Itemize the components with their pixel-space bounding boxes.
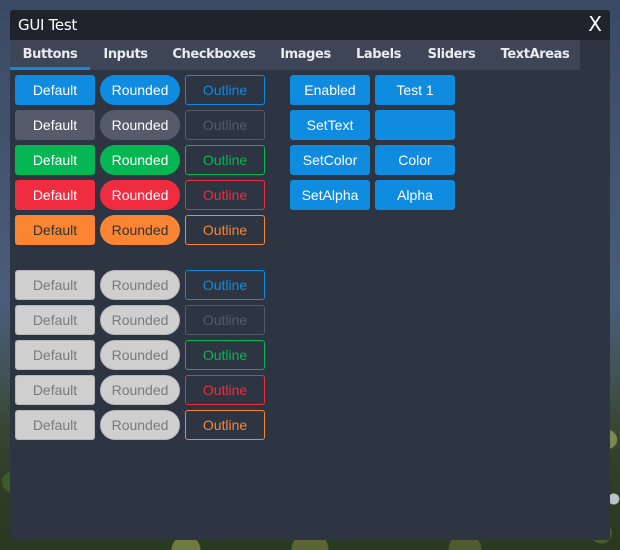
default-button-red[interactable]: Default xyxy=(15,180,95,210)
outline-button-red[interactable]: Outline xyxy=(185,180,265,210)
window-title: GUI Test xyxy=(18,16,77,34)
outline-button-orange[interactable]: Outline xyxy=(185,215,265,245)
rounded-button-orange[interactable]: Rounded xyxy=(100,215,180,245)
gui-test-window: GUI Test X Buttons Inputs Checkboxes Ima… xyxy=(10,10,610,540)
disabled-rounded-button-red: Rounded xyxy=(100,375,180,405)
tab-labels[interactable]: Labels xyxy=(344,40,413,70)
close-button[interactable]: X xyxy=(588,12,602,36)
disabled-rounded-button-blue: Rounded xyxy=(100,270,180,300)
set-text-button[interactable]: SetText xyxy=(290,110,370,140)
disabled-default-button-gray: Default xyxy=(15,305,95,335)
disabled-default-button-orange: Default xyxy=(15,410,95,440)
disabled-rounded-button-gray: Rounded xyxy=(100,305,180,335)
tab-sliders[interactable]: Sliders xyxy=(413,40,490,70)
disabled-rounded-button-orange: Rounded xyxy=(100,410,180,440)
default-button-orange[interactable]: Default xyxy=(15,215,95,245)
default-button-green[interactable]: Default xyxy=(15,145,95,175)
outline-button-red-2[interactable]: Outline xyxy=(185,375,265,405)
set-color-button[interactable]: SetColor xyxy=(290,145,370,175)
tab-textareas[interactable]: TextAreas xyxy=(490,40,580,70)
test1-button[interactable]: Test 1 xyxy=(375,75,455,105)
default-button-blue[interactable]: Default xyxy=(15,75,95,105)
color-button[interactable]: Color xyxy=(375,145,455,175)
disabled-default-button-green: Default xyxy=(15,340,95,370)
rounded-button-red[interactable]: Rounded xyxy=(100,180,180,210)
set-alpha-button[interactable]: SetAlpha xyxy=(290,180,370,210)
alpha-button[interactable]: Alpha xyxy=(375,180,455,210)
rounded-button-gray[interactable]: Rounded xyxy=(100,110,180,140)
rounded-button-blue[interactable]: Rounded xyxy=(100,75,180,105)
tab-images[interactable]: Images xyxy=(267,40,344,70)
outline-button-gray-2[interactable]: Outline xyxy=(185,305,265,335)
tab-buttons[interactable]: Buttons xyxy=(10,40,90,70)
outline-button-green-2[interactable]: Outline xyxy=(185,340,265,370)
set-text-target-button[interactable] xyxy=(375,110,455,140)
outline-button-blue-2[interactable]: Outline xyxy=(185,270,265,300)
enabled-toggle-button[interactable]: Enabled xyxy=(290,75,370,105)
default-button-gray[interactable]: Default xyxy=(15,110,95,140)
outline-button-green[interactable]: Outline xyxy=(185,145,265,175)
rounded-button-green[interactable]: Rounded xyxy=(100,145,180,175)
tab-inputs[interactable]: Inputs xyxy=(90,40,161,70)
outline-button-blue[interactable]: Outline xyxy=(185,75,265,105)
disabled-default-button-blue: Default xyxy=(15,270,95,300)
disabled-default-button-red: Default xyxy=(15,375,95,405)
outline-button-orange-2[interactable]: Outline xyxy=(185,410,265,440)
disabled-rounded-button-green: Rounded xyxy=(100,340,180,370)
outline-button-gray[interactable]: Outline xyxy=(185,110,265,140)
title-bar[interactable]: GUI Test X xyxy=(10,10,610,40)
tab-checkboxes[interactable]: Checkboxes xyxy=(161,40,267,70)
tab-bar: Buttons Inputs Checkboxes Images Labels … xyxy=(10,40,580,70)
